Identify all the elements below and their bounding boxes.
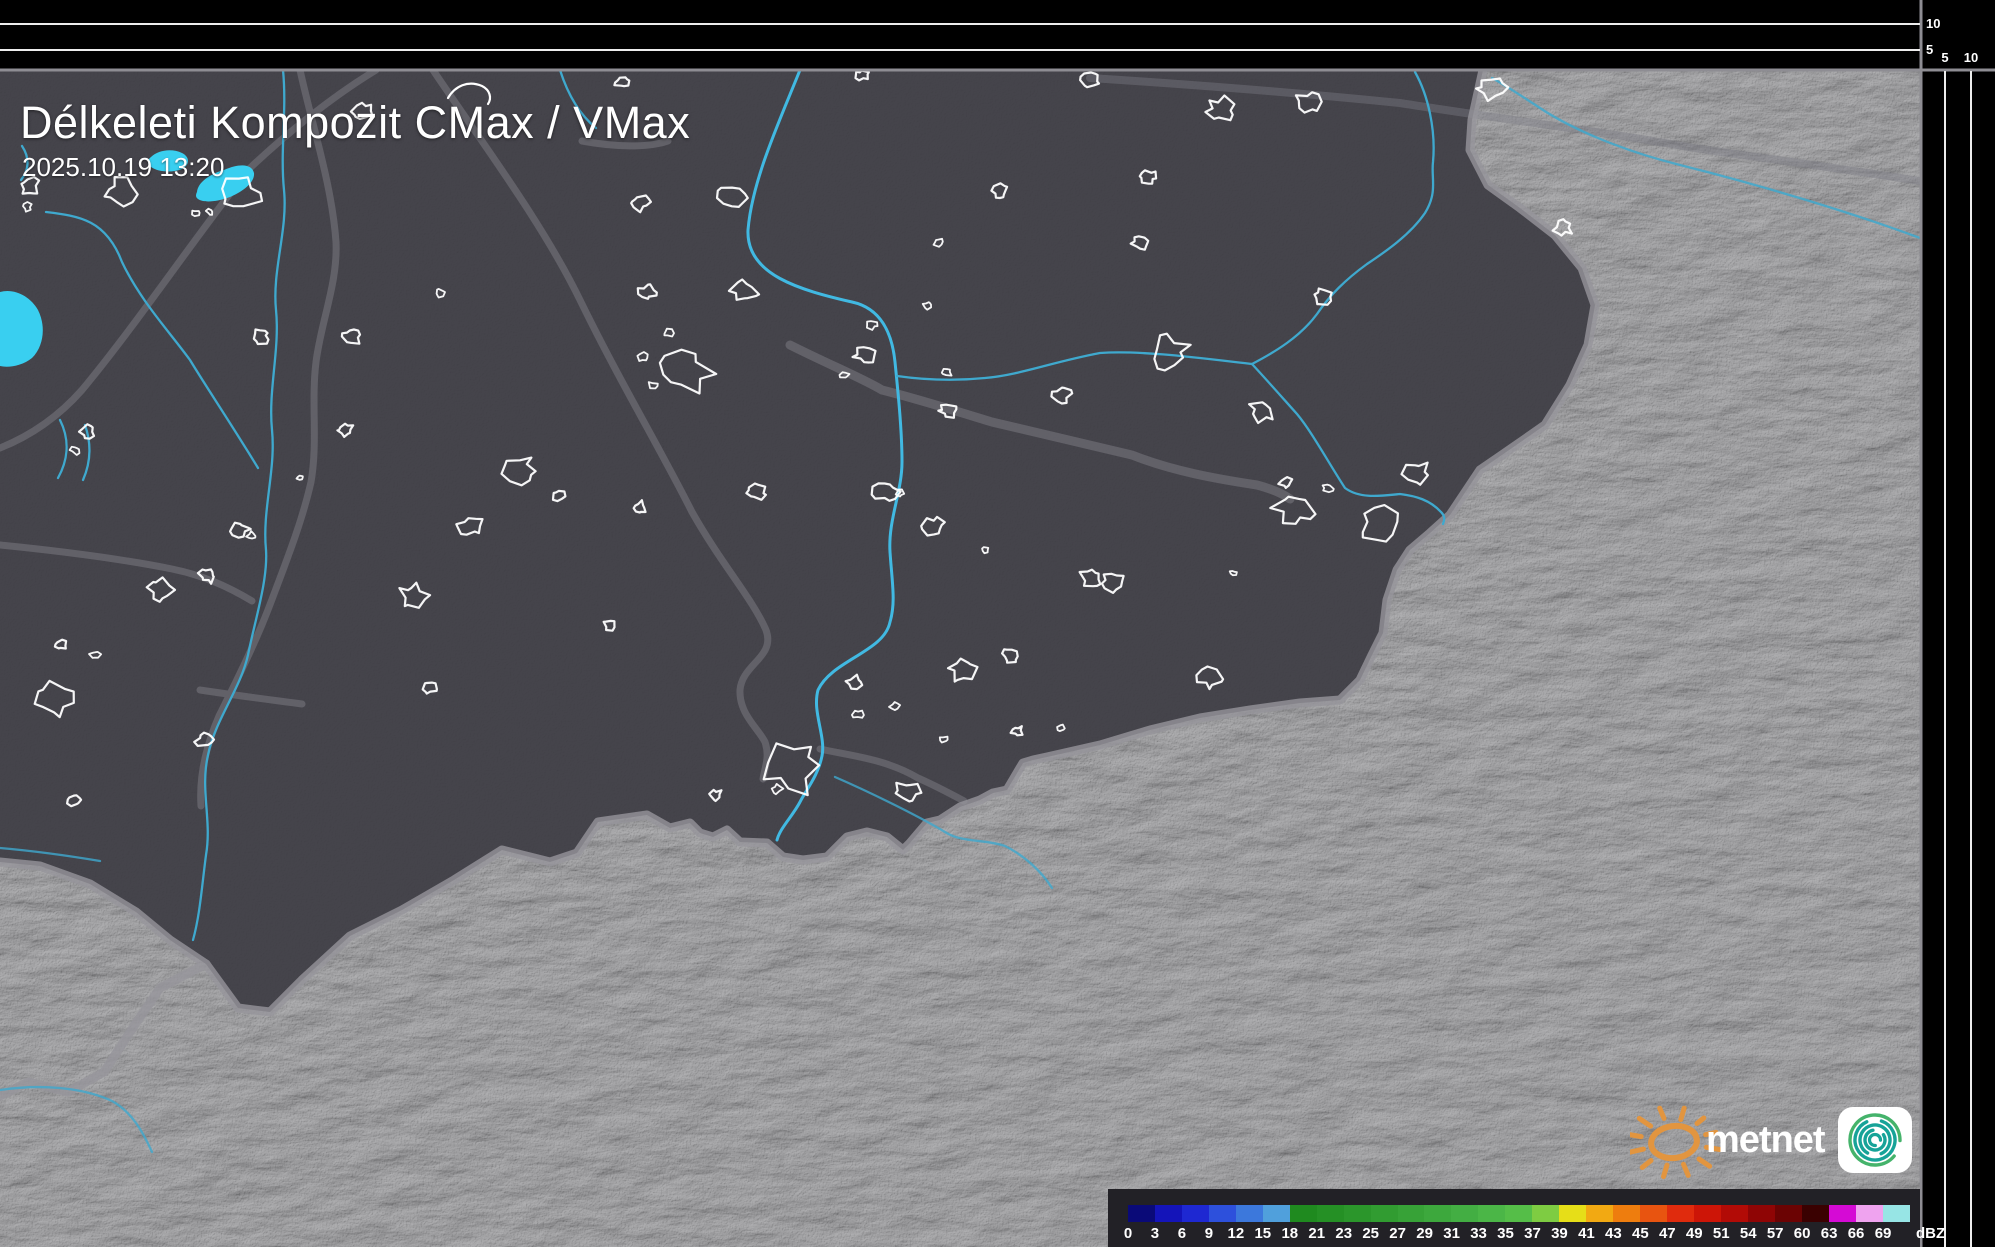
dbz-tick-label: 60 (1794, 1226, 1811, 1241)
dbz-colorbar-cells (1128, 1205, 1910, 1222)
ruler-label-v5: 5 (1926, 43, 1933, 56)
metnet-logo: metnet (1630, 1095, 1930, 1190)
dbz-tick-label: 25 (1362, 1226, 1379, 1241)
dbz-tick-label: 27 (1389, 1226, 1406, 1241)
product-timestamp: 2025.10.19 13:20 (22, 152, 224, 183)
dbz-tick-label: 45 (1632, 1226, 1649, 1241)
dbz-tick-label: 69 (1875, 1226, 1892, 1241)
radar-map (0, 0, 1995, 1247)
dbz-colorbar: dBZ 036912151821232527293133353739414345… (1108, 1189, 1920, 1247)
dbz-tick-label: 63 (1821, 1226, 1838, 1241)
ruler-label-h5: 5 (1941, 51, 1948, 64)
dbz-tick-label: 6 (1178, 1226, 1186, 1241)
dbz-tick-label: 43 (1605, 1226, 1622, 1241)
dbz-tick-label: 49 (1686, 1226, 1703, 1241)
dbz-tick-label: 21 (1308, 1226, 1325, 1241)
dbz-tick-label: 54 (1740, 1226, 1757, 1241)
product-title: Délkeleti Kompozit CMax / VMax (20, 97, 690, 149)
dbz-tick-label: 31 (1443, 1226, 1460, 1241)
dbz-tick-label: 57 (1767, 1226, 1784, 1241)
dbz-tick-label: 9 (1205, 1226, 1213, 1241)
dbz-tick-label: 18 (1281, 1226, 1298, 1241)
dbz-tick-label: 29 (1416, 1226, 1433, 1241)
ruler-label-v10: 10 (1926, 17, 1940, 30)
dbz-tick-label: 37 (1524, 1226, 1541, 1241)
dbz-tick-label: 47 (1659, 1226, 1676, 1241)
dbz-tick-label: 3 (1151, 1226, 1159, 1241)
dbz-unit-label: dBZ (1916, 1226, 1945, 1241)
dbz-tick-label: 33 (1470, 1226, 1487, 1241)
dbz-tick-label: 35 (1497, 1226, 1514, 1241)
metnet-wordmark: metnet (1706, 1119, 1825, 1162)
dbz-tick-label: 39 (1551, 1226, 1568, 1241)
dbz-tick-label: 51 (1713, 1226, 1730, 1241)
dbz-tick-label: 15 (1254, 1226, 1271, 1241)
dbz-tick-label: 41 (1578, 1226, 1595, 1241)
dbz-tick-label: 12 (1228, 1226, 1245, 1241)
spiral-logo-icon (1838, 1107, 1912, 1173)
radar-screenshot: Délkeleti Kompozit CMax / VMax 2025.10.1… (0, 0, 1995, 1247)
dbz-tick-label: 23 (1335, 1226, 1352, 1241)
ruler-label-h10: 10 (1964, 51, 1978, 64)
dbz-tick-label: 0 (1124, 1226, 1132, 1241)
dbz-tick-label: 66 (1848, 1226, 1865, 1241)
